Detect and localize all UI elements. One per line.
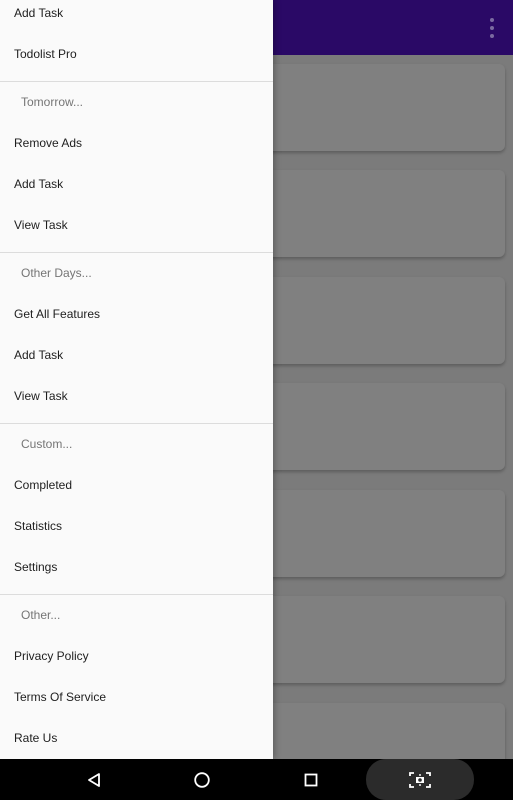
drawer-item-view-task[interactable]: View Task bbox=[14, 388, 264, 404]
drawer-item-rate-us[interactable]: Rate Us bbox=[14, 730, 264, 746]
drawer-item-completed[interactable]: Completed bbox=[14, 477, 264, 493]
section-header-tomorrow: Tomorrow... bbox=[21, 95, 84, 109]
drawer-item-add-task[interactable]: Add Task bbox=[14, 5, 264, 21]
system-navigation-bar bbox=[0, 759, 513, 800]
drawer-item-statistics[interactable]: Statistics bbox=[14, 518, 264, 534]
drawer-item-terms-of-service[interactable]: Terms Of Service bbox=[14, 689, 264, 705]
task-card[interactable]: djd bbox=[240, 383, 505, 470]
drawer-item-view-task[interactable]: View Task bbox=[14, 217, 264, 233]
screenshot-button[interactable] bbox=[366, 759, 474, 800]
drawer-item-privacy-policy[interactable]: Privacy Policy bbox=[14, 648, 264, 664]
divider bbox=[0, 423, 273, 424]
section-header-custom: Custom... bbox=[21, 437, 73, 451]
task-card[interactable]: djd bbox=[240, 490, 505, 577]
screenshot-icon bbox=[406, 759, 434, 800]
recents-icon[interactable] bbox=[297, 759, 325, 800]
divider bbox=[0, 252, 273, 253]
back-icon[interactable] bbox=[80, 759, 108, 800]
task-card[interactable]: djd bbox=[240, 170, 505, 257]
divider bbox=[0, 594, 273, 595]
drawer-item-remove-ads[interactable]: Remove Ads bbox=[14, 135, 264, 151]
drawer-item-add-task[interactable]: Add Task bbox=[14, 176, 264, 192]
divider bbox=[0, 81, 273, 82]
task-card[interactable]: djd bbox=[240, 64, 505, 151]
overflow-menu-icon[interactable] bbox=[489, 18, 495, 38]
drawer-item-todolist-pro[interactable]: Todolist Pro bbox=[14, 46, 264, 62]
task-card[interactable]: djd bbox=[240, 277, 505, 364]
drawer-item-settings[interactable]: Settings bbox=[14, 559, 264, 575]
drawer-item-add-task[interactable]: Add Task bbox=[14, 347, 264, 363]
home-icon[interactable] bbox=[188, 759, 216, 800]
task-card[interactable]: djd bbox=[240, 703, 505, 759]
section-header-other-days: Other Days... bbox=[21, 266, 92, 280]
drawer-item-get-all-features[interactable]: Get All Features bbox=[14, 306, 264, 322]
navigation-drawer: Add Task Todolist Pro Tomorrow... Remove… bbox=[0, 0, 273, 759]
task-card[interactable]: djd bbox=[240, 596, 505, 683]
section-header-other: Other... bbox=[21, 608, 61, 622]
